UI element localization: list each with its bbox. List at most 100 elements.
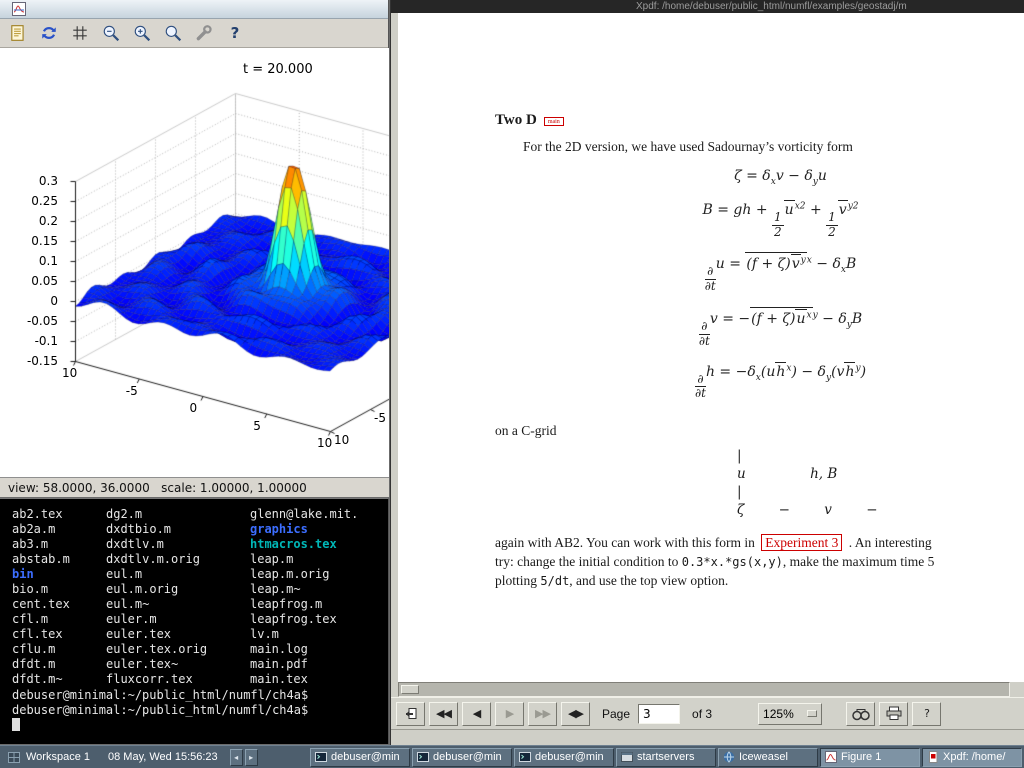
- task-button[interactable]: Iceweasel: [718, 748, 818, 767]
- file-name[interactable]: ab2a.m: [12, 522, 70, 537]
- file-name[interactable]: main.log: [250, 642, 358, 657]
- x-tick-label: -5: [126, 384, 138, 398]
- back-10-button[interactable]: ◀◀: [429, 702, 458, 726]
- file-name[interactable]: euler.m: [106, 612, 207, 627]
- y-tick-label: -5: [374, 411, 386, 425]
- find-button[interactable]: [846, 702, 875, 726]
- next-page-button[interactable]: ▶: [495, 702, 524, 726]
- file-name[interactable]: main.tex: [250, 672, 358, 687]
- terminal-window[interactable]: ab2.texab2a.mab3.mabstab.mbinbio.mcent.t…: [0, 498, 389, 744]
- pdf-viewport[interactable]: Two D main For the 2D version, we have u…: [398, 13, 1024, 682]
- file-name[interactable]: dxdtlv.m.orig: [106, 552, 207, 567]
- file-name[interactable]: cfl.m: [12, 612, 70, 627]
- file-name[interactable]: leapfrog.tex: [250, 612, 358, 627]
- zoom-reset-button[interactable]: [161, 21, 185, 45]
- help-button[interactable]: ?: [223, 21, 247, 45]
- figure-titlebar[interactable]: [0, 0, 388, 19]
- file-column: dg2.mdxdtbio.mdxdtlv.mdxdtlv.m.origeul.m…: [106, 507, 207, 687]
- file-name[interactable]: ab3.m: [12, 537, 70, 552]
- print-button[interactable]: [879, 702, 908, 726]
- file-name[interactable]: dfdt.m: [12, 657, 70, 672]
- equation: B = gh + 12ux2 + 12vy2: [495, 200, 1024, 240]
- task-button[interactable]: debuser@min: [412, 748, 512, 767]
- figure-toolbar: ?: [0, 19, 388, 48]
- prev-page-button[interactable]: ◀: [462, 702, 491, 726]
- file-name[interactable]: fluxcorr.tex: [106, 672, 207, 687]
- file-name[interactable]: ab2.tex: [12, 507, 70, 522]
- taskbar: Workspace 108 May, Wed 15:56:23◂▸debuser…: [0, 745, 1024, 768]
- file-name[interactable]: eul.m: [106, 567, 207, 582]
- zoom-out-button[interactable]: [99, 21, 123, 45]
- figure-icon: [825, 751, 837, 763]
- z-tick-label: 0: [14, 294, 58, 308]
- terminal-cursor[interactable]: [12, 718, 20, 731]
- tools-button[interactable]: [192, 21, 216, 45]
- y-tick-label: 10: [334, 433, 349, 447]
- open-button[interactable]: [6, 21, 30, 45]
- scrollbar-thumb[interactable]: [401, 685, 419, 694]
- pager-icon: [8, 752, 20, 763]
- file-name[interactable]: graphics: [250, 522, 358, 537]
- file-column: ab2.texab2a.mab3.mabstab.mbinbio.mcent.t…: [12, 507, 70, 687]
- zoom-select[interactable]: 125%: [758, 703, 822, 725]
- file-name[interactable]: bio.m: [12, 582, 70, 597]
- task-button-label: startservers: [637, 751, 694, 763]
- file-name[interactable]: leap.m.orig: [250, 567, 358, 582]
- file-name[interactable]: lv.m: [250, 627, 358, 642]
- heading-link-box[interactable]: main: [544, 117, 564, 126]
- file-name[interactable]: euler.tex.orig: [106, 642, 207, 657]
- file-name[interactable]: leap.m~: [250, 582, 358, 597]
- file-name[interactable]: eul.m.orig: [106, 582, 207, 597]
- task-button[interactable]: debuser@min: [514, 748, 614, 767]
- paragraph-line: try: change the initial condition to 0.3…: [495, 552, 1024, 571]
- file-name[interactable]: htmacros.tex: [250, 537, 358, 552]
- forward-10-button[interactable]: ▶▶: [528, 702, 557, 726]
- figure-app-icon: [12, 2, 26, 16]
- horizontal-scrollbar[interactable]: [398, 682, 1010, 697]
- workspace-selector[interactable]: Workspace 1: [2, 748, 96, 767]
- xpdf-window: Xpdf: /home/debuser/public_html/numfl/ex…: [390, 0, 1024, 745]
- file-name[interactable]: euler.tex~: [106, 657, 207, 672]
- scroll-right-arrow[interactable]: ▸: [245, 749, 258, 766]
- task-button[interactable]: startservers: [616, 748, 716, 767]
- section-heading: Two D: [495, 112, 537, 129]
- file-name[interactable]: dfdt.m~: [12, 672, 70, 687]
- file-name[interactable]: main.pdf: [250, 657, 358, 672]
- file-name[interactable]: cfl.tex: [12, 627, 70, 642]
- file-name[interactable]: cent.tex: [12, 597, 70, 612]
- history-back-button[interactable]: [396, 702, 425, 726]
- task-button[interactable]: Figure 1: [820, 748, 920, 767]
- scroll-left-arrow[interactable]: ◂: [230, 749, 243, 766]
- dropdown-nub-icon: [807, 710, 817, 717]
- task-button[interactable]: debuser@min: [310, 748, 410, 767]
- file-name[interactable]: euler.tex: [106, 627, 207, 642]
- file-name[interactable]: dxdtlv.m: [106, 537, 207, 552]
- file-name[interactable]: eul.m~: [106, 597, 207, 612]
- file-name[interactable]: dg2.m: [106, 507, 207, 522]
- text-run: plotting: [495, 573, 540, 588]
- goto-view-button[interactable]: ◀▶: [561, 702, 590, 726]
- task-button[interactable]: Xpdf: /home/: [922, 748, 1022, 767]
- file-name[interactable]: bin: [12, 567, 70, 582]
- refresh-button[interactable]: [37, 21, 61, 45]
- text-run: again with AB2. You can work with this f…: [495, 535, 758, 550]
- text-run: , make the maximum time 5: [783, 554, 934, 569]
- file-name[interactable]: dxdtbio.m: [106, 522, 207, 537]
- file-name[interactable]: cflu.m: [12, 642, 70, 657]
- task-button-label: Iceweasel: [739, 751, 788, 763]
- open-icon: [9, 24, 27, 42]
- file-name[interactable]: leap.m: [250, 552, 358, 567]
- zoom-in-button[interactable]: [130, 21, 154, 45]
- workspace-label: Workspace 1: [26, 751, 90, 763]
- file-name[interactable]: leapfrog.m: [250, 597, 358, 612]
- experiment-link-box[interactable]: Experiment 3: [761, 534, 842, 551]
- shell-prompt: debuser@minimal:~/public_html/numfl/ch4a…: [12, 688, 308, 702]
- file-name[interactable]: abstab.m: [12, 552, 70, 567]
- equation: ∂∂th = −δx(uhx) − δy(vhy): [495, 362, 1024, 402]
- page-number-input[interactable]: [638, 704, 680, 724]
- xpdf-titlebar[interactable]: Xpdf: /home/debuser/public_html/numfl/ex…: [391, 0, 1024, 13]
- file-name[interactable]: glenn@lake.mit.: [250, 507, 358, 522]
- about-button[interactable]: ?: [912, 702, 941, 726]
- grid-button[interactable]: [68, 21, 92, 45]
- z-tick-label: 0.3: [14, 174, 58, 188]
